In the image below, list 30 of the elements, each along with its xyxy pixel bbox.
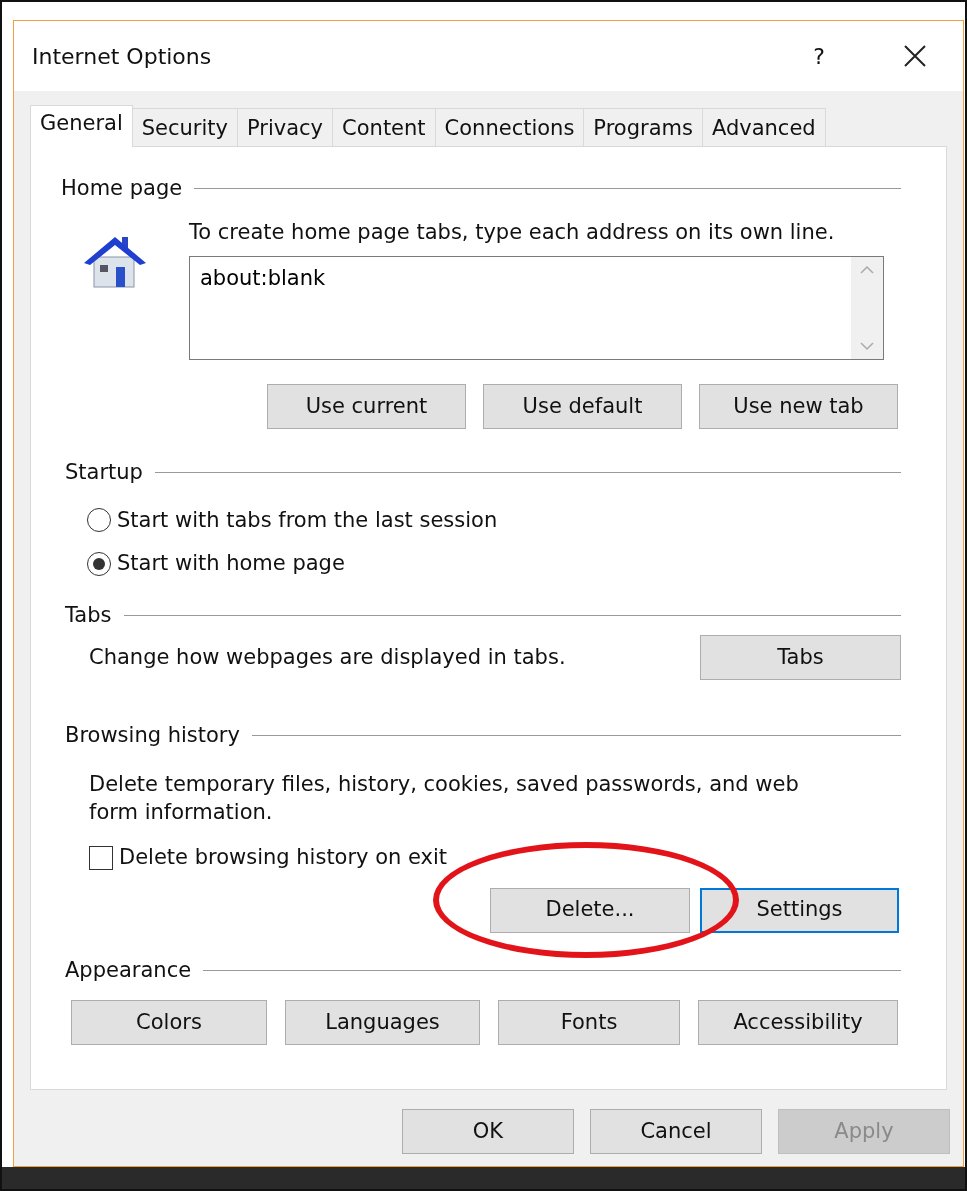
window-title: Internet Options	[32, 42, 212, 71]
button[interactable]: Fonts	[498, 1000, 680, 1046]
group-title: Home page	[61, 175, 183, 202]
button[interactable]: Use default	[483, 384, 682, 429]
scroll-down-icon[interactable]	[860, 342, 874, 351]
description-text: Delete temporary files, history, cookies, saved passwords, and web form information.	[89, 770, 800, 826]
group-title: Browsing history	[65, 722, 240, 749]
checkbox-option[interactable]: Delete browsing history on exit	[89, 842, 901, 874]
scroll-up-icon[interactable]	[860, 265, 874, 274]
help-button[interactable]: ?	[813, 39, 825, 73]
instruction-text: To create home page tabs, type each address on its own line.	[189, 218, 836, 246]
button[interactable]: Use new tab	[699, 384, 898, 429]
radio-option[interactable]: Start with tabs from the last session	[87, 504, 901, 536]
group-title: Appearance	[65, 956, 192, 984]
radio-option[interactable]: Start with home page	[87, 548, 901, 580]
tab[interactable]: Advanced	[701, 108, 826, 146]
button[interactable]: Tabs	[700, 635, 901, 680]
button[interactable]: Languages	[285, 1000, 480, 1046]
button[interactable]: Settings	[700, 887, 899, 933]
button[interactable]: Accessibility	[698, 1000, 898, 1046]
group-title: Tabs	[65, 601, 112, 629]
description-text: Change how webpages are displayed in tabs.	[89, 643, 566, 671]
button[interactable]: Delete...	[490, 887, 690, 933]
close-icon[interactable]	[903, 44, 927, 68]
tab[interactable]: General	[30, 105, 133, 147]
button[interactable]: Cancel	[590, 1109, 762, 1154]
button[interactable]: Colors	[71, 1000, 267, 1046]
button[interactable]: Use current	[267, 384, 466, 429]
button[interactable]: OK	[402, 1109, 574, 1154]
group-title: Startup	[65, 459, 143, 486]
